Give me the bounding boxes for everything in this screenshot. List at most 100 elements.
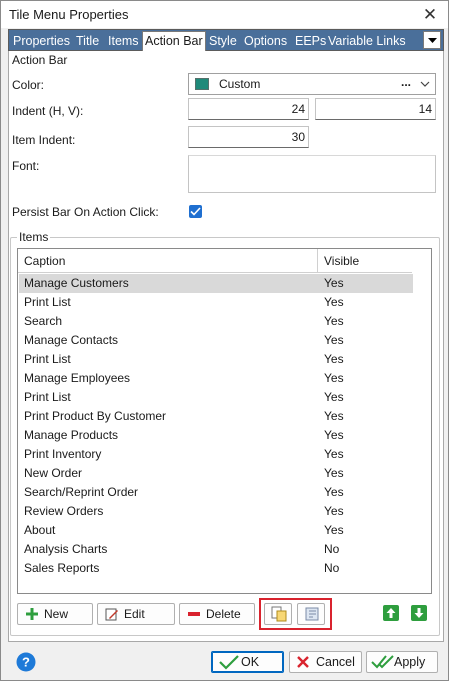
tab-overflow-button[interactable] (423, 31, 441, 49)
list-item[interactable]: Search/Reprint Order Yes (19, 483, 413, 502)
list-item[interactable]: Manage Products Yes (19, 426, 413, 445)
list-item[interactable]: Analysis Charts No (19, 540, 413, 559)
item-caption: Review Orders (24, 504, 104, 518)
color-dropdown[interactable]: Custom ... (188, 73, 436, 95)
tab-style[interactable]: Style (209, 32, 237, 50)
column-header-visible[interactable]: Visible (324, 254, 359, 268)
close-icon: ✕ (422, 5, 438, 24)
tab-eeps[interactable]: EEPs (295, 32, 326, 50)
new-button[interactable]: New (17, 603, 93, 625)
checkmark-icon (219, 655, 239, 670)
item-caption: Print Product By Customer (24, 409, 167, 423)
delete-button-label: Delete (206, 607, 241, 621)
list-item[interactable]: Print List Yes (19, 350, 413, 369)
item-caption: Manage Customers (24, 276, 129, 290)
list-item[interactable]: Review Orders Yes (19, 502, 413, 521)
indent-label: Indent (H, V): (12, 104, 84, 118)
item-caption: Analysis Charts (24, 542, 108, 556)
ok-button[interactable]: OK (211, 651, 284, 673)
list-item[interactable]: Print List Yes (19, 293, 413, 312)
new-button-label: New (44, 607, 69, 621)
checkmark-icon (190, 207, 201, 216)
item-visible: Yes (324, 447, 344, 461)
arrow-up-icon (383, 605, 399, 621)
list-item[interactable]: Manage Employees Yes (19, 369, 413, 388)
title-bar: Tile Menu Properties ✕ (1, 1, 448, 28)
edit-button[interactable]: Edit (97, 603, 175, 625)
help-button[interactable]: ? (16, 652, 36, 672)
apply-button-label: Apply (394, 655, 426, 669)
item-visible: Yes (324, 504, 344, 518)
indent-v-field[interactable]: 14 (315, 98, 436, 120)
item-visible: Yes (324, 428, 344, 442)
close-icon (297, 656, 309, 668)
items-group-label: Items (17, 230, 51, 244)
move-down-button[interactable] (411, 605, 427, 621)
item-caption: Print List (24, 390, 71, 404)
list-item[interactable]: Print Inventory Yes (19, 445, 413, 464)
list-item[interactable]: New Order Yes (19, 464, 413, 483)
item-indent-field[interactable]: 30 (188, 126, 309, 148)
item-caption: Manage Employees (24, 371, 131, 385)
item-caption: Manage Contacts (24, 333, 119, 347)
delete-button[interactable]: Delete (179, 603, 255, 625)
close-button[interactable]: ✕ (412, 1, 448, 28)
edit-icon (105, 608, 118, 621)
window-title: Tile Menu Properties (9, 7, 129, 22)
apply-button[interactable]: Apply (366, 651, 438, 673)
cancel-button-label: Cancel (316, 655, 355, 669)
list-item[interactable]: About Yes (19, 521, 413, 540)
item-caption: Print List (24, 295, 71, 309)
color-more-button[interactable]: ... (401, 75, 411, 89)
persist-bar-checkbox[interactable] (189, 205, 202, 218)
list-item[interactable]: Manage Customers Yes (19, 274, 413, 293)
column-header-caption[interactable]: Caption (24, 254, 65, 268)
paste-button[interactable] (297, 603, 325, 625)
item-caption: Print Inventory (24, 447, 102, 461)
edit-button-label: Edit (124, 607, 145, 621)
tab-variable-links[interactable]: Variable Links (328, 32, 406, 50)
list-item[interactable]: Print Product By Customer Yes (19, 407, 413, 426)
cancel-button[interactable]: Cancel (289, 651, 362, 673)
item-visible: Yes (324, 276, 344, 290)
svg-text:?: ? (22, 655, 30, 670)
tab-properties[interactable]: Properties (13, 32, 70, 50)
item-visible: Yes (324, 371, 344, 385)
tab-action-bar[interactable]: Action Bar (142, 31, 206, 51)
help-icon: ? (16, 652, 36, 672)
list-header: Caption Visible (18, 249, 412, 273)
copy-icon (271, 606, 287, 622)
font-field[interactable] (188, 155, 436, 193)
item-caption: Manage Products (24, 428, 119, 442)
font-label: Font: (12, 159, 40, 173)
tab-items[interactable]: Items (108, 32, 139, 50)
item-caption: About (24, 523, 56, 537)
color-value: Custom (219, 77, 261, 91)
plus-icon (26, 608, 38, 620)
item-visible: Yes (324, 523, 344, 537)
list-item[interactable]: Search Yes (19, 312, 413, 331)
list-item[interactable]: Manage Contacts Yes (19, 331, 413, 350)
copy-button[interactable] (264, 603, 292, 625)
move-up-button[interactable] (383, 605, 399, 621)
item-visible: Yes (324, 390, 344, 404)
tab-options[interactable]: Options (244, 32, 287, 50)
indent-h-field[interactable]: 24 (188, 98, 309, 120)
list-item[interactable]: Sales Reports No (19, 559, 413, 578)
double-check-icon (371, 655, 394, 669)
item-caption: Search/Reprint Order (24, 485, 139, 499)
item-caption: New Order (24, 466, 83, 480)
chevron-down-icon[interactable] (420, 81, 430, 87)
item-visible: No (324, 542, 340, 556)
color-label: Color: (12, 78, 45, 92)
item-visible: Yes (324, 352, 344, 366)
persist-bar-label: Persist Bar On Action Click: (12, 205, 159, 219)
paste-icon (305, 607, 319, 621)
list-item[interactable]: Print List Yes (19, 388, 413, 407)
item-visible: Yes (324, 295, 344, 309)
tile-menu-properties-dialog: Tile Menu Properties ✕ Properties Title … (0, 0, 449, 681)
column-separator[interactable] (317, 249, 318, 273)
item-visible: Yes (324, 409, 344, 423)
items-list[interactable]: Caption Visible Manage Customers Yes Print… (17, 248, 432, 594)
tab-title[interactable]: Title (76, 32, 99, 50)
